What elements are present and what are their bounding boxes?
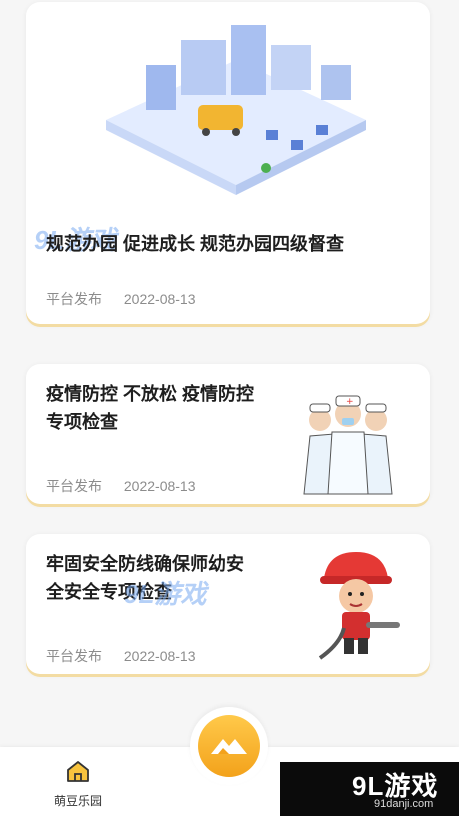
brand-watermark-corner: 9L游戏 91danji.com: [280, 762, 459, 816]
svg-text:+: +: [346, 397, 354, 407]
home-icon: [67, 761, 89, 782]
news-card-2[interactable]: 疫情防控 不放松 疫情防控 专项检查 平台发布 2022-08-13 +: [26, 364, 430, 504]
card-3-meta: 平台发布 2022-08-13: [46, 646, 214, 666]
publish-date: 2022-08-13: [123, 291, 196, 307]
card-2-title-line1: 疫情防控 不放松 疫情防控: [46, 384, 255, 404]
center-action-inner: [198, 715, 260, 777]
app-logo-icon: [211, 739, 247, 754]
medical-staff-illustration: +: [303, 395, 393, 495]
publisher: 平台发布: [46, 478, 102, 494]
center-action-button[interactable]: [190, 707, 268, 785]
watermark: 9L游戏: [124, 579, 207, 609]
card-2-title-line2: 专项检查: [46, 412, 118, 432]
news-card-1[interactable]: 9L游戏 规范办园 促进成长 规范办园四级督查 平台发布 2022-08-13: [26, 2, 430, 324]
publisher: 平台发布: [46, 291, 102, 307]
school-illustration: [106, 25, 366, 195]
publish-date: 2022-08-13: [123, 648, 196, 664]
publisher: 平台发布: [46, 648, 102, 664]
news-card-3[interactable]: 牢固安全防线确保师幼安 全安全专项检查 9L游戏 平台发布 2022-08-13: [26, 534, 430, 674]
card-1-title: 规范办园 促进成长 规范办园四级督查: [46, 234, 345, 254]
tab-home[interactable]: 萌豆乐园: [48, 759, 108, 809]
card-2-meta: 平台发布 2022-08-13: [46, 476, 214, 496]
publish-date: 2022-08-13: [123, 478, 196, 494]
brand-watermark-url: 91danji.com: [374, 798, 434, 810]
tab-home-label: 萌豆乐园: [53, 794, 102, 808]
firefighter-illustration: [318, 552, 400, 660]
card-1-meta: 平台发布 2022-08-13: [46, 289, 214, 309]
